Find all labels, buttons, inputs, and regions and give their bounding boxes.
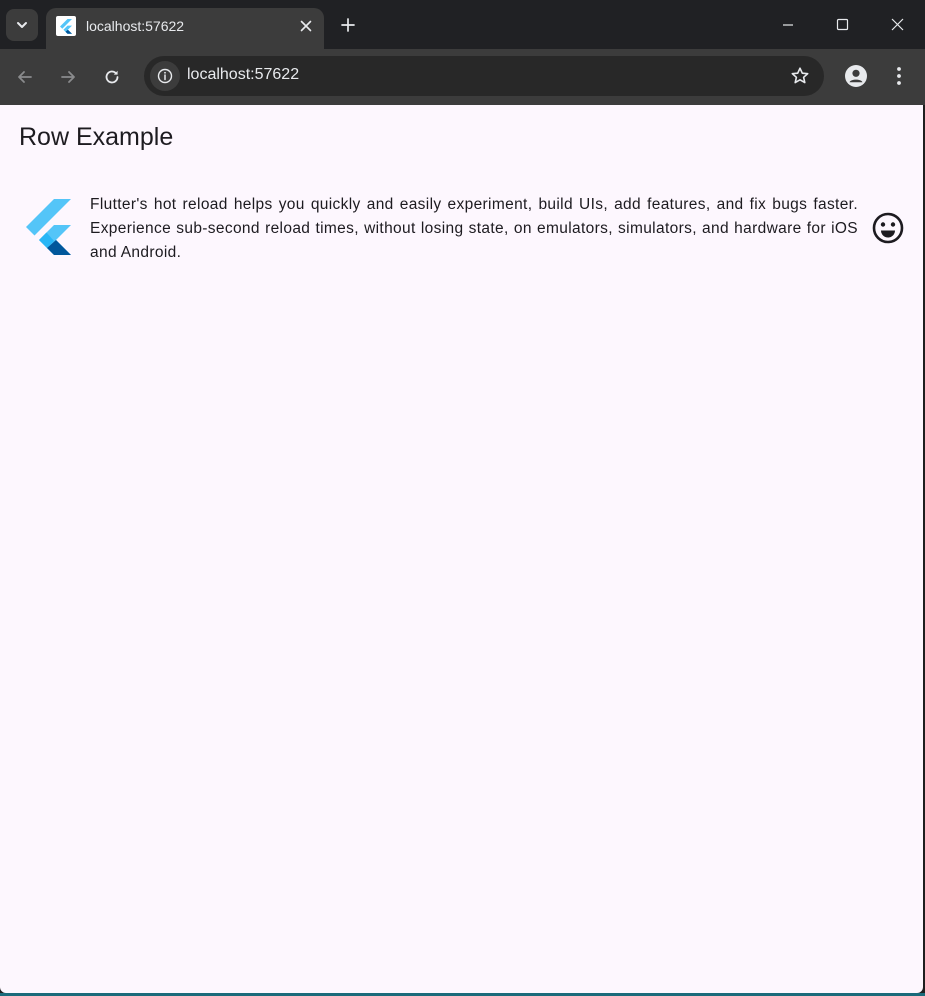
star-icon xyxy=(791,67,809,84)
back-button[interactable] xyxy=(8,60,42,94)
maximize-icon xyxy=(836,18,849,31)
more-vert-icon xyxy=(897,67,901,85)
bookmark-button[interactable] xyxy=(788,64,812,88)
flutter-logo-icon xyxy=(26,199,71,255)
minimize-button[interactable] xyxy=(760,0,815,49)
chevron-down-icon xyxy=(17,22,27,28)
browser-window: localhost:57622 localhost:57622 Row Exam… xyxy=(0,0,925,996)
maximize-button[interactable] xyxy=(815,0,870,49)
site-info-button[interactable] xyxy=(150,61,180,91)
close-icon xyxy=(891,18,904,31)
sentiment-very-satisfied-icon xyxy=(872,212,904,244)
tab-strip: localhost:57622 xyxy=(0,0,925,49)
flutter-favicon-icon xyxy=(56,16,76,36)
info-icon xyxy=(157,68,173,84)
forward-button[interactable] xyxy=(51,60,85,94)
close-icon xyxy=(300,20,312,32)
close-window-button[interactable] xyxy=(870,0,925,49)
arrow-left-icon xyxy=(18,71,32,83)
app-bar-title: Row Example xyxy=(19,123,174,151)
reload-icon xyxy=(105,70,119,84)
browser-menu-button[interactable] xyxy=(886,63,912,89)
minimize-icon xyxy=(782,23,793,26)
page-content: Row Example Flutter's hot reload helps y… xyxy=(0,105,923,993)
tab-search-button[interactable] xyxy=(6,9,38,41)
browser-toolbar: localhost:57622 xyxy=(0,49,925,105)
browser-tab[interactable]: localhost:57622 xyxy=(46,8,324,49)
row-description-text: Flutter's hot reload helps you quickly a… xyxy=(90,196,858,261)
tab-title: localhost:57622 xyxy=(86,18,185,34)
address-bar[interactable]: localhost:57622 xyxy=(144,56,824,96)
reload-button[interactable] xyxy=(95,60,129,94)
profile-button[interactable] xyxy=(843,63,869,89)
tab-close-button[interactable] xyxy=(296,16,316,36)
new-tab-button[interactable] xyxy=(334,11,362,39)
url-text[interactable]: localhost:57622 xyxy=(187,66,299,84)
person-icon xyxy=(845,65,867,87)
plus-icon xyxy=(341,18,355,32)
arrow-right-icon xyxy=(61,71,75,83)
